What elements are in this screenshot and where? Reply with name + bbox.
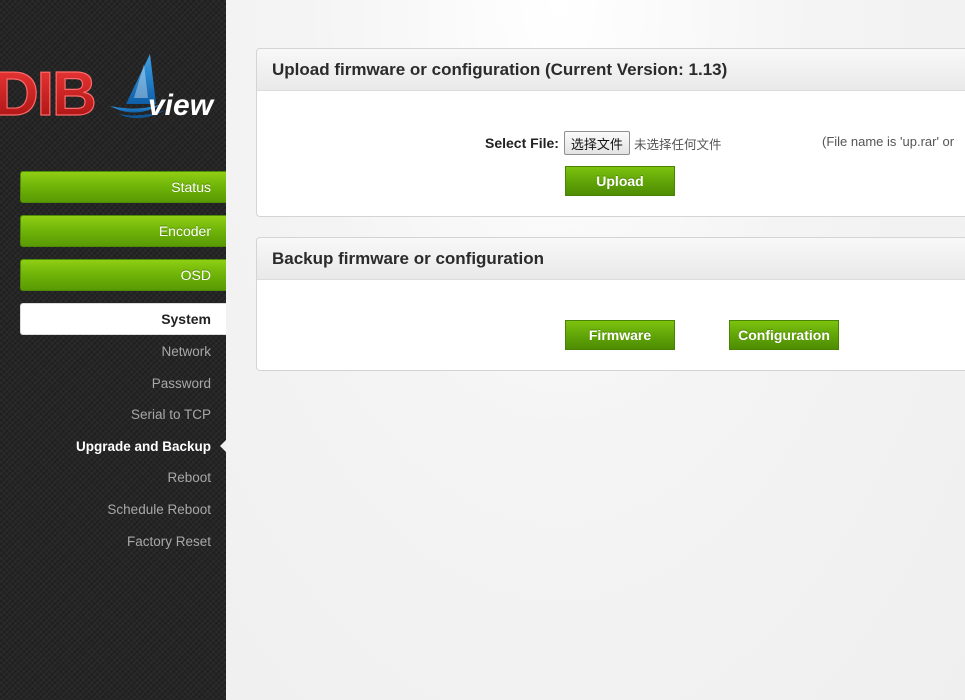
backup-panel: Backup firmware or configuration Firmwar… (256, 237, 965, 371)
choose-file-button[interactable]: 选择文件 (563, 131, 630, 155)
submenu-network[interactable]: Network (20, 339, 226, 363)
firmware-backup-button[interactable]: Firmware (565, 320, 675, 350)
backup-panel-title: Backup firmware or configuration (257, 238, 965, 280)
submenu-reboot[interactable]: Reboot (20, 465, 226, 489)
upload-panel: Upload firmware or configuration (Curren… (256, 48, 965, 217)
configuration-backup-button[interactable]: Configuration (729, 320, 839, 350)
submenu-factory-reset[interactable]: Factory Reset (20, 529, 226, 553)
upload-panel-title: Upload firmware or configuration (Curren… (257, 49, 965, 91)
menu-status-button[interactable]: Status (20, 171, 226, 203)
file-select-row: Select File: 选择文件 未选择任何文件 (485, 131, 721, 155)
submenu-upgrade-and-backup-label: Upgrade and Backup (75, 438, 211, 454)
submenu-serial-to-tcp[interactable]: Serial to TCP (20, 402, 226, 426)
menu-osd-button[interactable]: OSD (20, 259, 226, 291)
brand-logo: DIB view (0, 48, 226, 128)
main-content: Upload firmware or configuration (Curren… (226, 0, 965, 700)
submenu-upgrade-and-backup[interactable]: Upgrade and Backup (20, 434, 226, 458)
menu-system-button[interactable]: System (20, 303, 226, 335)
sidebar: DIB view Status Encoder OSD System Netwo… (0, 0, 226, 700)
submenu-schedule-reboot[interactable]: Schedule Reboot (20, 497, 226, 521)
submenu-password[interactable]: Password (20, 371, 226, 395)
upload-button[interactable]: Upload (565, 166, 675, 196)
logo-graphic: DIB view (0, 54, 215, 128)
file-status-text: 未选择任何文件 (633, 136, 722, 152)
menu-encoder-button[interactable]: Encoder (20, 215, 226, 247)
select-file-label: Select File: (485, 135, 559, 151)
file-name-hint: (File name is 'up.rar' or (822, 134, 955, 149)
logo-text-sub: view (148, 89, 215, 122)
logo-text-main: DIB (0, 60, 95, 128)
